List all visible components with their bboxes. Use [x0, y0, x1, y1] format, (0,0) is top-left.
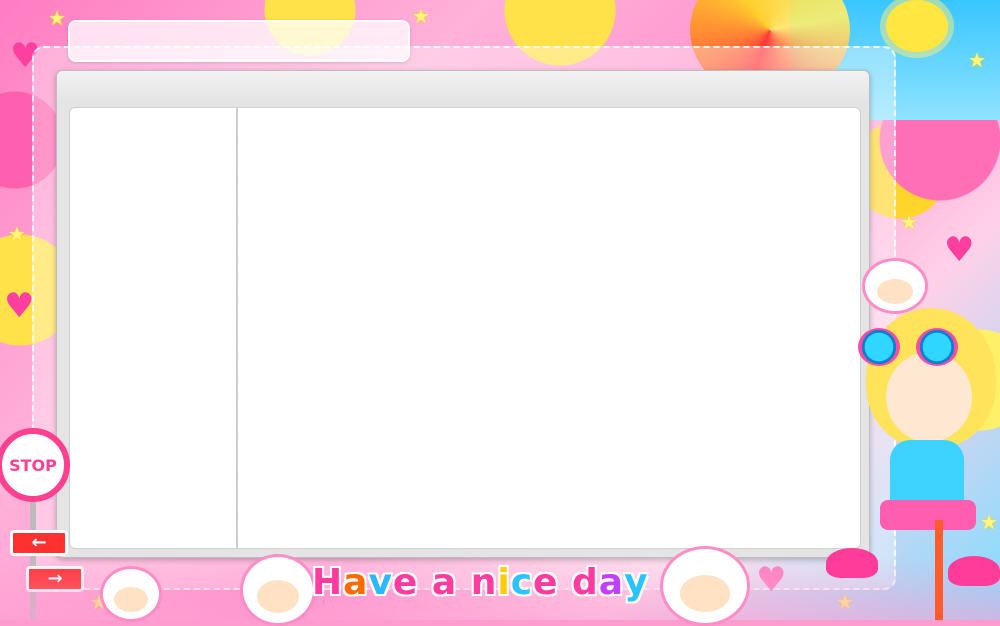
star-icon: ★ — [980, 510, 998, 534]
star-icon: ★ — [412, 4, 430, 28]
stop-sign-label: STOP — [9, 455, 57, 475]
tagline-letter: a — [598, 562, 625, 603]
tagline-letter: c — [510, 562, 534, 603]
tagline-letter — [418, 558, 432, 608]
girl-character-skirt — [880, 500, 976, 530]
star-icon: ★ — [968, 48, 986, 72]
tagline-letter: v — [368, 562, 393, 603]
pogo-stick — [935, 520, 943, 620]
sun-icon — [886, 0, 948, 52]
tagline-letter: a — [343, 562, 369, 603]
shoe-icon — [948, 556, 1000, 586]
tagline-text: Have a nice day — [312, 558, 652, 608]
tagline-letter — [457, 558, 471, 608]
bear-hood-mascot — [660, 546, 750, 626]
tagline-letter: e — [533, 562, 559, 603]
tagline-letter: y — [624, 562, 649, 603]
bear-hood-mascot — [240, 554, 316, 626]
heart-icon: ♥ — [4, 286, 35, 326]
left-pane[interactable] — [69, 107, 237, 549]
tagline-letter: i — [497, 562, 511, 603]
tagline-letter: d — [572, 562, 599, 603]
arrow-left-icon: ← — [10, 530, 68, 556]
window-header — [57, 71, 869, 103]
content-pane[interactable] — [237, 107, 861, 549]
goggles-icon — [858, 328, 968, 368]
star-icon: ★ — [48, 6, 66, 30]
title-bar-panel — [68, 20, 410, 62]
heart-icon: ♥ — [944, 230, 975, 270]
tagline-letter — [558, 558, 572, 608]
star-icon: ★ — [900, 210, 918, 234]
star-icon: ★ — [8, 222, 26, 246]
puppy-mascot — [100, 566, 162, 622]
shoe-icon — [826, 548, 878, 578]
puppy-mascot — [862, 258, 928, 314]
tagline-letter: e — [392, 562, 419, 603]
tagline-letter: n — [470, 562, 498, 603]
tagline-letter: a — [431, 562, 458, 603]
tagline-letter: H — [312, 562, 344, 603]
app-window — [56, 70, 870, 558]
